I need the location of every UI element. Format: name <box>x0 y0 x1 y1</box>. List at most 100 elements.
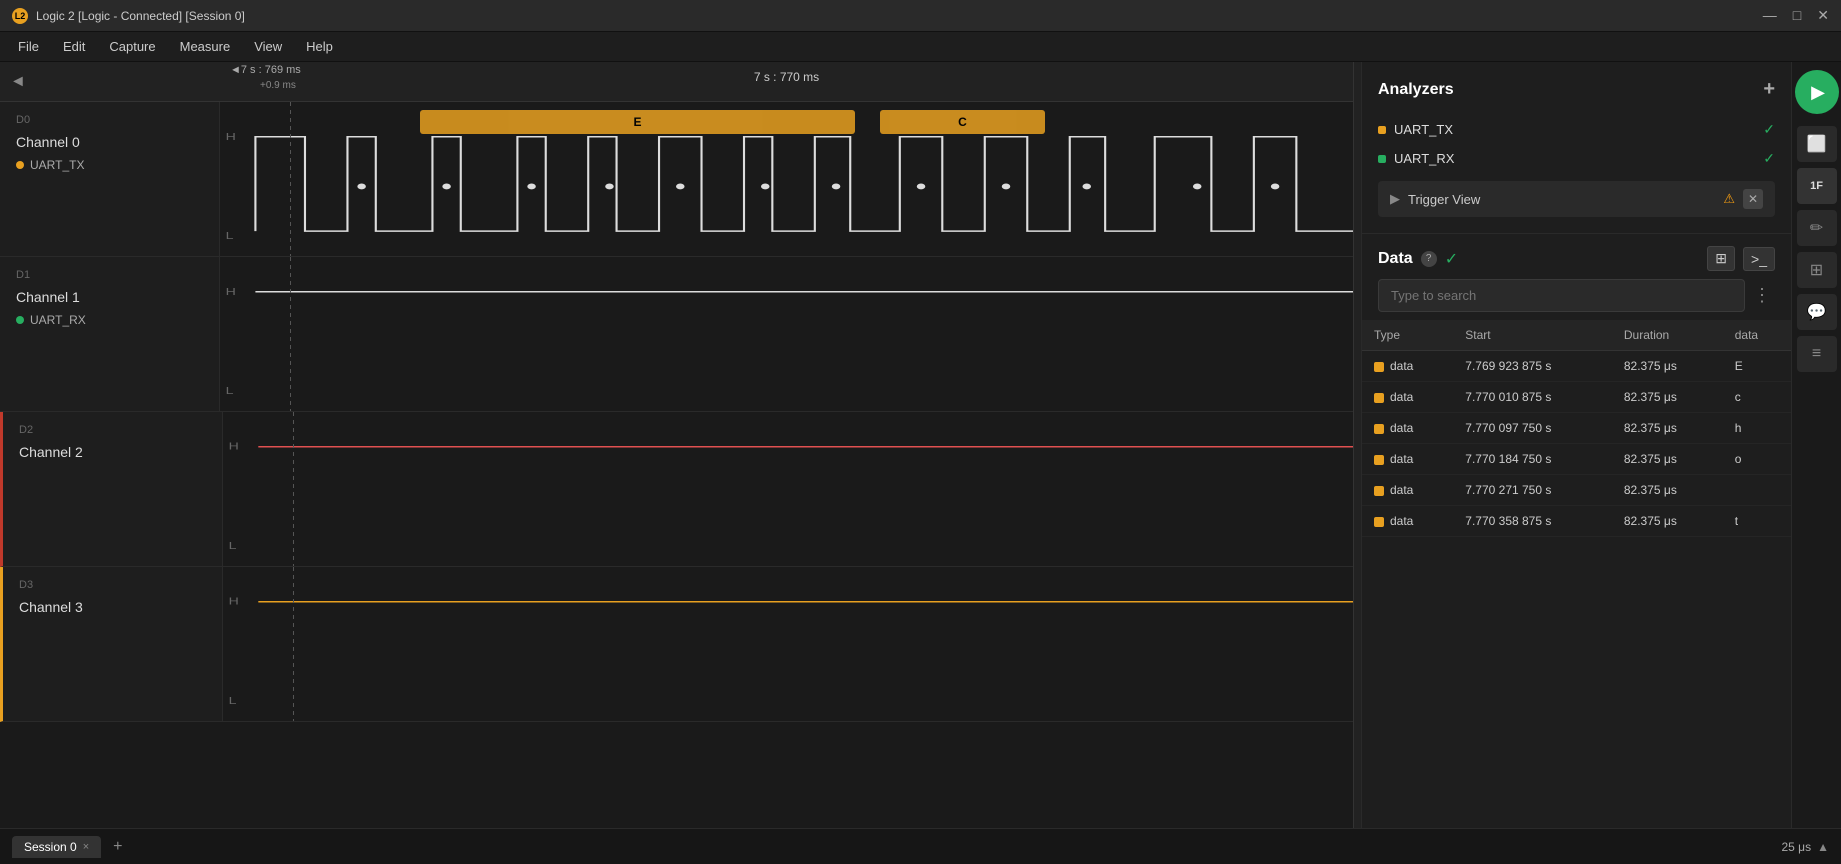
trigger-chevron-icon: ▶ <box>1390 191 1400 207</box>
uart-rx-label: UART_RX <box>30 313 86 327</box>
menu-help[interactable]: Help <box>296 35 343 58</box>
cell-duration: 82.375 μs <box>1612 506 1723 537</box>
more-options-btn[interactable]: ⋮ <box>1749 281 1775 310</box>
uart-tx-name: UART_TX <box>1394 122 1755 137</box>
zoom-arrow[interactable]: ▲ <box>1817 840 1829 854</box>
uart-tx-indicator <box>1378 126 1386 134</box>
waveform-svg-d3: H L <box>223 567 1353 721</box>
channel-name-d3: Channel 3 <box>19 599 206 615</box>
channel-waveform-d0[interactable]: E C H L <box>220 102 1353 256</box>
sidebar-capture-btn[interactable]: ⬜ <box>1797 126 1837 162</box>
menu-measure[interactable]: Measure <box>170 35 241 58</box>
terminal-btn[interactable]: >_ <box>1743 247 1775 271</box>
cell-duration: 82.375 μs <box>1612 351 1723 382</box>
menu-view[interactable]: View <box>244 35 292 58</box>
cell-start: 7.770 010 875 s <box>1453 382 1612 413</box>
right-sidebar: ▶ ⬜ 1F ✏ ⊞ 💬 ≡ <box>1791 62 1841 828</box>
cell-data: c <box>1723 382 1791 413</box>
trigger-view-row[interactable]: ▶ Trigger View ⚠ ✕ <box>1378 181 1775 217</box>
channel-waveform-d3[interactable]: H L <box>223 567 1353 721</box>
trigger-view-close-btn[interactable]: ✕ <box>1743 189 1763 209</box>
menu-edit[interactable]: Edit <box>53 35 95 58</box>
add-analyzer-btn[interactable]: + <box>1763 78 1775 101</box>
sidebar-menu-btn[interactable]: ≡ <box>1797 336 1837 372</box>
cell-duration: 82.375 μs <box>1612 444 1723 475</box>
menu-capture[interactable]: Capture <box>99 35 165 58</box>
channel-waveform-d1[interactable]: H L <box>220 257 1353 411</box>
uart-tx-label: UART_TX <box>30 158 84 172</box>
col-duration: Duration <box>1612 320 1723 351</box>
table-row[interactable]: data 7.769 923 875 s 82.375 μs E <box>1362 351 1791 382</box>
channel-name-d0: Channel 0 <box>16 134 203 150</box>
1f-icon: 1F <box>1810 180 1823 192</box>
trigger-view-label: Trigger View <box>1408 192 1723 207</box>
table-row[interactable]: data 7.770 010 875 s 82.375 μs c <box>1362 382 1791 413</box>
channel-id-d0: D0 <box>16 114 203 126</box>
table-row[interactable]: data 7.770 097 750 s 82.375 μs h <box>1362 413 1791 444</box>
left-time-label: ◄7 s : 769 ms <box>230 64 301 76</box>
grid-view-btn[interactable]: ⊞ <box>1707 246 1735 271</box>
nav-arrow-left[interactable]: ◄ <box>10 73 26 91</box>
channel-label-d3: D3 Channel 3 <box>3 567 223 721</box>
grid-icon: ⊞ <box>1810 260 1823 280</box>
svg-text:L: L <box>229 540 237 551</box>
data-header: Data ? ✓ ⊞ >_ <box>1362 234 1791 279</box>
session-tab-0[interactable]: Session 0 × <box>12 836 101 858</box>
sidebar-annotate-btn[interactable]: ✏ <box>1797 210 1837 246</box>
svg-text:H: H <box>226 131 236 142</box>
col-data: data <box>1723 320 1791 351</box>
col-start: Start <box>1453 320 1612 351</box>
cell-data: E <box>1723 351 1791 382</box>
channel-row-d3: D3 Channel 3 H L <box>0 567 1353 722</box>
channel-waveform-d2[interactable]: H L <box>223 412 1353 566</box>
analyzer-badge-d0: UART_TX <box>16 158 203 172</box>
analyzers-title: Analyzers + <box>1378 78 1775 101</box>
table-row[interactable]: data 7.770 271 750 s 82.375 μs <box>1362 475 1791 506</box>
session-tab-label: Session 0 <box>24 840 77 854</box>
close-btn[interactable]: ✕ <box>1817 7 1829 24</box>
cell-type: data <box>1362 382 1453 413</box>
sidebar-1f-btn[interactable]: 1F <box>1797 168 1837 204</box>
vertical-scrollbar[interactable] <box>1353 62 1361 828</box>
help-icon[interactable]: ? <box>1421 251 1437 267</box>
annotation-c: C <box>880 110 1045 134</box>
col-type: Type <box>1362 320 1453 351</box>
cell-start: 7.769 923 875 s <box>1453 351 1612 382</box>
svg-text:H: H <box>229 596 239 607</box>
maximize-btn[interactable]: □ <box>1793 7 1801 24</box>
table-row[interactable]: data 7.770 358 875 s 82.375 μs t <box>1362 506 1791 537</box>
sidebar-grid-btn[interactable]: ⊞ <box>1797 252 1837 288</box>
play-icon: ▶ <box>1811 82 1825 103</box>
cell-start: 7.770 097 750 s <box>1453 413 1612 444</box>
search-row: ⋮ <box>1378 279 1775 312</box>
minimize-btn[interactable]: — <box>1763 7 1777 24</box>
channel-label-d2: D2 Channel 2 <box>3 412 223 566</box>
cell-start: 7.770 184 750 s <box>1453 444 1612 475</box>
uart-rx-indicator <box>1378 155 1386 163</box>
channel-id-d3: D3 <box>19 579 206 591</box>
sidebar-comment-btn[interactable]: 💬 <box>1797 294 1837 330</box>
app-icon: L2 <box>12 8 28 24</box>
add-tab-btn[interactable]: + <box>105 834 130 860</box>
cell-type: data <box>1362 413 1453 444</box>
cell-start: 7.770 271 750 s <box>1453 475 1612 506</box>
session-tabs: Session 0 × + <box>12 834 130 860</box>
cell-type: data <box>1362 444 1453 475</box>
play-button[interactable]: ▶ <box>1795 70 1839 114</box>
menu-icon: ≡ <box>1812 345 1821 363</box>
cell-data: t <box>1723 506 1791 537</box>
timeline-header: ◄ ◄7 s : 769 ms +0.9 ms 7 s : 770 ms <box>0 62 1353 102</box>
uart-rx-check: ✓ <box>1763 150 1775 167</box>
table-row[interactable]: data 7.770 184 750 s 82.375 μs o <box>1362 444 1791 475</box>
svg-text:L: L <box>226 385 234 396</box>
cell-data: h <box>1723 413 1791 444</box>
window-title: Logic 2 [Logic - Connected] [Session 0] <box>36 9 245 23</box>
menu-file[interactable]: File <box>8 35 49 58</box>
warning-icon: ⚠ <box>1723 191 1735 207</box>
search-input[interactable] <box>1378 279 1745 312</box>
data-status-check: ✓ <box>1445 249 1458 269</box>
channel-id-d1: D1 <box>16 269 203 281</box>
data-table-container[interactable]: Type Start Duration data data 7.769 923 … <box>1362 320 1791 828</box>
channel-label-d1: D1 Channel 1 UART_RX <box>0 257 220 411</box>
session-tab-close[interactable]: × <box>83 841 89 853</box>
